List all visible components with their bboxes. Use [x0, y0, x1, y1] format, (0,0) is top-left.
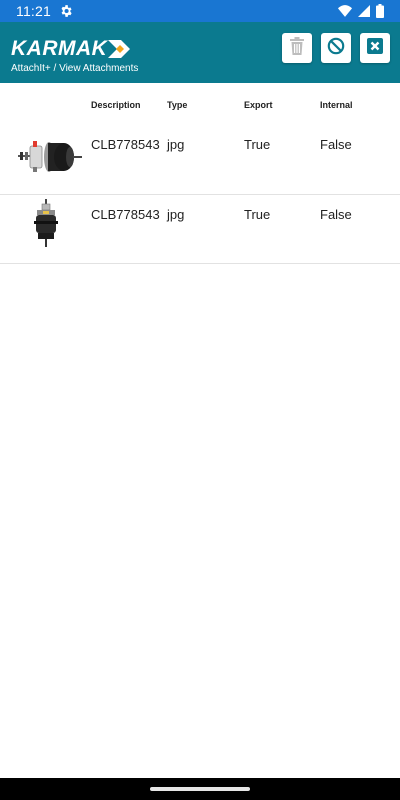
header-actions: [282, 33, 390, 63]
cell-export: True: [244, 137, 271, 152]
table-row[interactable]: CLB778543 jpg True False: [0, 125, 400, 195]
attachments-table: Description Type Export Internal CLB7785…: [0, 83, 400, 264]
trash-icon: [289, 36, 305, 60]
signal-icon: [358, 5, 370, 17]
block-icon: [327, 37, 345, 60]
karmak-logo: KARMAK: [11, 37, 131, 60]
cell-type: jpg: [167, 137, 185, 152]
battery-icon: [376, 4, 384, 18]
cell-export: True: [244, 207, 271, 222]
table-row[interactable]: CLB778543 jpg True False: [0, 195, 400, 264]
table-header: Description Type Export Internal: [0, 83, 400, 125]
close-button[interactable]: [360, 33, 390, 63]
cell-internal: False: [320, 137, 352, 152]
cell-type: jpg: [167, 207, 185, 222]
app-header: KARMAK AttachIt+ / View Attachments: [0, 22, 400, 83]
cell-description: CLB778543: [91, 207, 160, 222]
column-header-export: Export: [244, 100, 273, 110]
cell-description: CLB778543: [91, 137, 160, 152]
attachment-thumbnail[interactable]: [16, 133, 82, 181]
gear-icon: [59, 4, 73, 18]
status-time: 11:21: [16, 3, 51, 19]
home-gesture-handle[interactable]: [150, 787, 250, 791]
delete-button[interactable]: [282, 33, 312, 63]
status-bar: 11:21: [0, 0, 400, 22]
close-box-icon: [366, 37, 384, 60]
cancel-button[interactable]: [321, 33, 351, 63]
cell-internal: False: [320, 207, 352, 222]
column-header-description: Description: [91, 100, 141, 110]
breadcrumb: AttachIt+ / View Attachments: [11, 63, 139, 74]
logo-arrow-icon: [108, 40, 131, 58]
logo-text: KARMAK: [11, 37, 108, 60]
wifi-icon: [338, 5, 352, 17]
column-header-type: Type: [167, 100, 188, 110]
attachment-thumbnail[interactable]: [33, 199, 59, 247]
column-header-internal: Internal: [320, 100, 353, 110]
system-nav-bar: [0, 778, 400, 800]
